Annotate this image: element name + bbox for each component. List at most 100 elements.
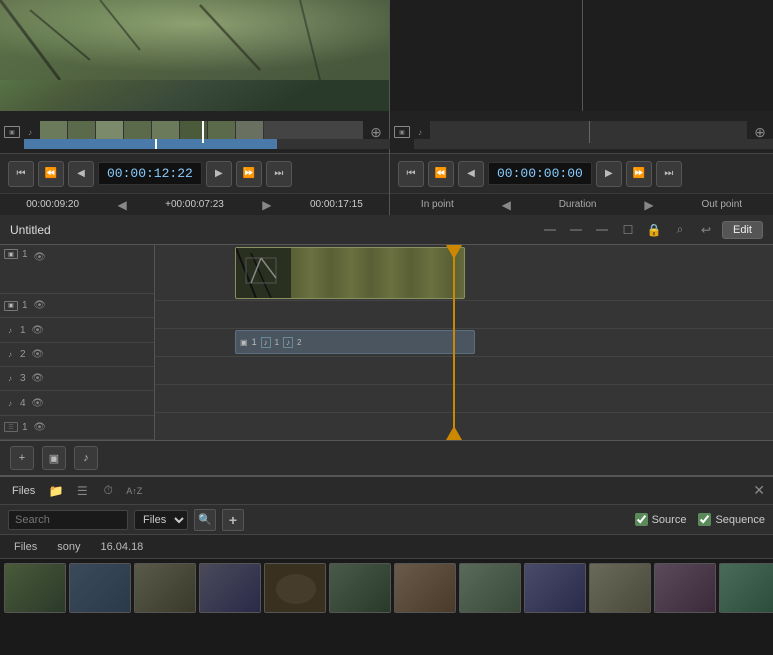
audio-track-btn[interactable]: ♪ — [74, 446, 98, 470]
track-content-a4[interactable] — [155, 413, 773, 440]
timeline-icon-split[interactable]: ⎯⎯ — [592, 220, 612, 240]
play-btn-left[interactable]: ▶ — [206, 161, 232, 187]
audio-clip-icon2: ♪ — [283, 337, 293, 348]
track-num-a4: 4 — [20, 398, 26, 409]
inout-bar-right: In point ◀ Duration ▶ Out point — [390, 193, 773, 215]
timeline-icon-zoom[interactable]: ⌕ — [670, 220, 690, 240]
timeline-tracks: ▣ 1 ♪ 1 ♪ 2 — [155, 245, 773, 440]
time-in-left: 00:00:09:20 — [26, 199, 79, 210]
step-fwd-btn-left[interactable]: ⏩ — [236, 161, 262, 187]
add-button[interactable]: + — [222, 509, 244, 531]
source-label: Source — [652, 514, 687, 526]
track-eye-sub1[interactable]: 👁 — [32, 419, 48, 435]
timeline-icon-group[interactable]: ☐ — [618, 220, 638, 240]
track-row-v2 — [155, 301, 773, 329]
prev-btn-right[interactable]: ⏮ — [398, 161, 424, 187]
play-back-btn-right[interactable]: ◀ — [458, 161, 484, 187]
timeline-icon-undo[interactable]: ↩ — [696, 220, 716, 240]
track-eye-v2[interactable]: 👁 — [32, 298, 48, 314]
track-content-a3[interactable] — [155, 385, 773, 412]
track-eye-a4[interactable]: 👁 — [30, 395, 46, 411]
nav-arrow-left[interactable]: ◀ — [115, 198, 128, 212]
file-thumb-7[interactable] — [394, 563, 456, 613]
step-fwd-btn-right[interactable]: ⏩ — [626, 161, 652, 187]
timeline-icon-trim[interactable]: ⎯⎯ — [566, 220, 586, 240]
track-label-sub1: ☰ 1 👁 — [0, 416, 154, 440]
timeline-toolbar: ⎯⎯ ⎯⎯ ⎯⎯ ☐ 🔒 ⌕ ↩ Edit — [540, 220, 763, 240]
track-eye-v1[interactable]: 👁 — [32, 249, 48, 265]
breadcrumb-date[interactable]: 16.04.18 — [94, 540, 149, 554]
search-button[interactable]: 🔍 — [194, 509, 216, 531]
list-icon[interactable]: ☰ — [73, 482, 91, 500]
file-thumb-8[interactable] — [459, 563, 521, 613]
track-eye-a1[interactable]: 👁 — [30, 322, 46, 338]
breadcrumb-sony[interactable]: sony — [51, 540, 86, 554]
source-checkbox-label[interactable]: Source — [635, 513, 687, 526]
files-breadcrumb: Files sony 16.04.18 — [0, 535, 773, 559]
out-point-arrow[interactable]: ▶ — [642, 198, 655, 212]
track-speaker-a2[interactable]: ♪ — [4, 348, 16, 360]
duration-label: Duration — [559, 199, 597, 210]
sequence-checkbox-label[interactable]: Sequence — [698, 513, 765, 526]
track-monitor-v2[interactable]: ▣ — [4, 301, 18, 311]
file-thumb-3[interactable] — [134, 563, 196, 613]
track-monitor-sub1[interactable]: ☰ — [4, 422, 18, 432]
edit-button[interactable]: Edit — [722, 221, 763, 239]
files-dropdown[interactable]: Files — [134, 510, 188, 530]
track-row-a4 — [155, 413, 773, 440]
sequence-checkbox[interactable] — [698, 513, 711, 526]
file-thumb-12[interactable] — [719, 563, 773, 613]
search-input[interactable] — [8, 510, 128, 530]
track-num-a3: 3 — [20, 373, 26, 384]
monitor-icon-left: ▣ — [4, 126, 20, 138]
source-checkbox[interactable] — [635, 513, 648, 526]
step-back-btn-left[interactable]: ⏪ — [38, 161, 64, 187]
close-btn[interactable]: ✕ — [753, 482, 765, 499]
file-thumb-5[interactable] — [264, 563, 326, 613]
file-thumb-10[interactable] — [589, 563, 651, 613]
timeline-section: Untitled ⎯⎯ ⎯⎯ ⎯⎯ ☐ 🔒 ⌕ ↩ Edit ▣ 1 👁 ▣ 1 — [0, 215, 773, 475]
track-speaker-a4[interactable]: ♪ — [4, 397, 16, 409]
track-monitor-v1[interactable]: ▣ — [4, 249, 18, 259]
file-thumb-2[interactable] — [69, 563, 131, 613]
track-speaker-a1[interactable]: ♪ — [4, 324, 16, 336]
audio-clip-num: 1 — [252, 337, 257, 347]
track-content-a2[interactable] — [155, 357, 773, 384]
nav-arrow-right[interactable]: ▶ — [260, 198, 273, 212]
play-back-btn-left[interactable]: ◀ — [68, 161, 94, 187]
timeline-icon-lock[interactable]: 🔒 — [644, 220, 664, 240]
sort-icon[interactable]: A↑Z — [125, 482, 143, 500]
file-thumb-1[interactable] — [4, 563, 66, 613]
step-back-btn-right[interactable]: ⏪ — [428, 161, 454, 187]
video-clip[interactable] — [235, 247, 465, 299]
video-track-btn[interactable]: ▣ — [42, 446, 66, 470]
file-thumb-4[interactable] — [199, 563, 261, 613]
file-thumb-9[interactable] — [524, 563, 586, 613]
next-btn-right[interactable]: ⏭ — [656, 161, 682, 187]
preview-left: ▣ ♪ ⊕ ⏮ ⏪ ◀ — [0, 0, 390, 215]
clock-icon[interactable]: ⏱ — [99, 482, 117, 500]
play-btn-right[interactable]: ▶ — [596, 161, 622, 187]
breadcrumb-files[interactable]: Files — [8, 540, 43, 554]
folder-icon[interactable]: 📁 — [47, 482, 65, 500]
track-content-v2[interactable] — [155, 301, 773, 328]
in-point-arrow[interactable]: ◀ — [500, 198, 513, 212]
file-thumb-11[interactable] — [654, 563, 716, 613]
track-label-v1: ▣ 1 👁 — [0, 245, 154, 294]
file-thumb-6[interactable] — [329, 563, 391, 613]
track-content-v1[interactable] — [155, 245, 773, 300]
track-content-a1[interactable]: ▣ 1 ♪ 1 ♪ 2 — [155, 329, 773, 356]
add-track-btn[interactable]: + — [10, 446, 34, 470]
files-content — [0, 559, 773, 655]
next-btn-left[interactable]: ⏭ — [266, 161, 292, 187]
out-point-label: Out point — [701, 199, 742, 210]
track-eye-a3[interactable]: 👁 — [30, 371, 46, 387]
track-eye-a2[interactable]: 👁 — [30, 346, 46, 362]
filmstrip-bar-left: ▣ ♪ ⊕ — [0, 111, 389, 153]
track-label-a4: ♪ 4 👁 — [0, 391, 154, 415]
files-tab[interactable]: Files — [8, 483, 39, 499]
audio-clip-a1[interactable]: ▣ 1 ♪ 1 ♪ 2 — [235, 330, 475, 354]
track-speaker-a3[interactable]: ♪ — [4, 373, 16, 385]
timeline-icon-cut[interactable]: ⎯⎯ — [540, 220, 560, 240]
prev-btn-left[interactable]: ⏮ — [8, 161, 34, 187]
